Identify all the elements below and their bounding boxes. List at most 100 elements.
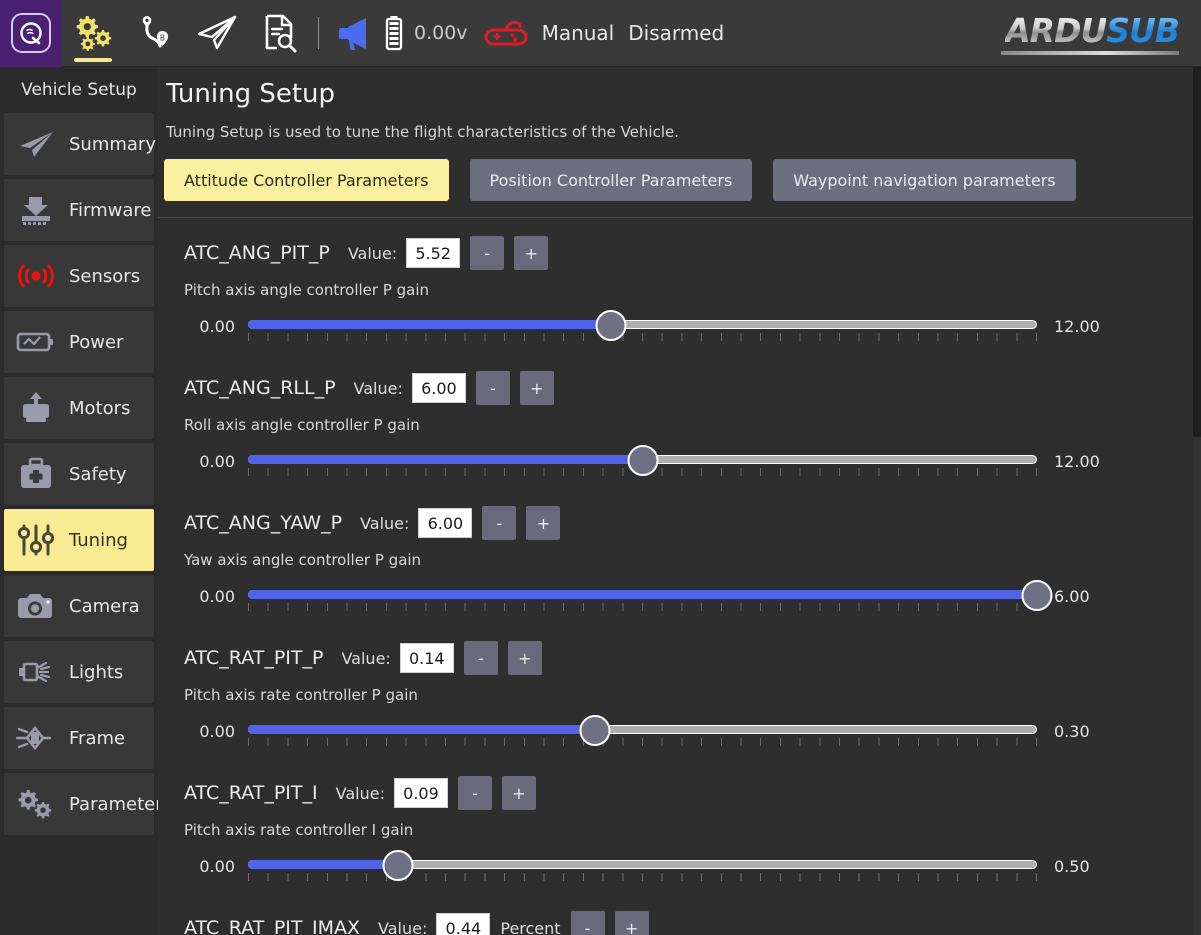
value-label: Value: — [341, 649, 390, 668]
decrement-button[interactable]: - — [476, 371, 510, 405]
parameter-value-input[interactable]: 0.44 — [436, 913, 490, 935]
lights-icon — [14, 652, 58, 692]
qgroundcontrol-logo-icon[interactable] — [0, 0, 62, 67]
plan-waypoints-icon[interactable]: B — [124, 0, 186, 67]
parameter-value-input[interactable]: 5.52 — [406, 238, 460, 268]
parameter-value-input[interactable]: 6.00 — [412, 373, 466, 403]
parameter-header: ATC_ANG_PIT_PValue:5.52-+ — [158, 232, 1193, 274]
slider-fill — [248, 725, 595, 734]
increment-button[interactable]: + — [514, 236, 548, 270]
parameter-description: Roll axis angle controller P gain — [158, 416, 1193, 434]
increment-button[interactable]: + — [520, 371, 554, 405]
gears-glyph — [72, 13, 114, 53]
parameter-description: Yaw axis angle controller P gain — [158, 551, 1193, 569]
sidebar-item-label: Frame — [69, 728, 125, 749]
parameter-row: ATC_RAT_PIT_PValue:0.14-+Pitch axis rate… — [158, 637, 1193, 772]
slider-fill — [248, 320, 611, 329]
parameter-name: ATC_RAT_PIT_P — [184, 647, 323, 669]
decrement-button[interactable]: - — [571, 911, 605, 935]
slider-handle[interactable] — [382, 850, 413, 881]
parameter-slider[interactable] — [248, 446, 1037, 476]
tab-bar: Attitude Controller Parameters Position C… — [164, 159, 1193, 201]
decrement-button[interactable]: - — [458, 776, 492, 810]
scrollbar-thumb[interactable] — [1193, 67, 1201, 437]
parameter-value-input[interactable]: 0.14 — [400, 643, 454, 673]
parameter-slider-row: 0.006.00 — [158, 581, 1193, 611]
slider-handle[interactable] — [595, 310, 626, 341]
decrement-button[interactable]: - — [464, 641, 498, 675]
slider-ticks — [248, 333, 1037, 341]
tab-2[interactable]: Position Controller Parameters — [470, 159, 753, 201]
parameter-name: ATC_RAT_PIT_I — [184, 782, 318, 804]
increment-button[interactable]: + — [526, 506, 560, 540]
battery-icon — [381, 13, 407, 53]
slider-min-label: 0.00 — [184, 857, 248, 876]
sidebar-item-label: Firmware — [69, 200, 152, 221]
parameter-slider[interactable] — [248, 311, 1037, 341]
sidebar-item-camera[interactable]: Camera — [4, 575, 154, 637]
decrement-button[interactable]: - — [482, 506, 516, 540]
top-toolbar: B — [0, 0, 1201, 67]
parameter-name: ATC_ANG_RLL_P — [184, 377, 336, 399]
slider-handle[interactable] — [1022, 580, 1053, 611]
parameter-row: ATC_ANG_YAW_P Value: 6.00-+ Yaw axis angle … — [158, 502, 1193, 637]
vertical-scrollbar[interactable] — [1193, 67, 1201, 935]
app-root: B — [0, 0, 1201, 935]
arm-status-text[interactable]: Disarmed — [628, 21, 724, 45]
slider-max-label: 12.00 — [1037, 452, 1101, 471]
increment-button[interactable]: + — [615, 911, 649, 935]
sidebar-item-tuning[interactable]: Tuning — [4, 509, 154, 571]
slider-min-label: 0.00 — [184, 587, 248, 606]
parameter-name: ATC_ANG_YAW_P — [184, 512, 342, 534]
value-label: Value: — [378, 919, 427, 935]
parameter-header: ATC_RAT_PIT_P Value: 0.14-+ — [158, 637, 1193, 679]
parameter-slider[interactable] — [248, 716, 1037, 746]
motors-icon — [14, 388, 58, 428]
slider-handle[interactable] — [580, 715, 611, 746]
sidebar-item-label: Lights — [69, 662, 123, 683]
sidebar-item-label: Tuning — [69, 530, 128, 551]
sidebar-item-motors[interactable]: Motors — [4, 377, 154, 439]
firmware-download-icon — [14, 190, 58, 230]
parameter-slider[interactable] — [248, 581, 1037, 611]
fly-paperplane-icon[interactable] — [186, 0, 248, 67]
sidebar-item-lights[interactable]: Lights — [4, 641, 154, 703]
sidebar-item-sensors[interactable]: Sensors — [4, 245, 154, 307]
sidebar-title: Vehicle Setup — [0, 67, 158, 113]
sidebar-item-parameters[interactable]: Parameters — [4, 773, 154, 835]
safety-kit-icon — [14, 454, 58, 494]
parameter-row: ATC_RAT_PIT_IValue:0.09-+Pitch axis rate… — [158, 772, 1193, 907]
parameter-value-input[interactable]: 0.09 — [394, 778, 448, 808]
svg-text:B: B — [160, 33, 165, 42]
sidebar-item-firmware[interactable]: Firmware — [4, 179, 154, 241]
parameter-value-input[interactable]: 6.00 — [418, 508, 472, 538]
tab-1[interactable]: Attitude Controller Parameters — [164, 159, 449, 201]
main-content: Tuning Setup Tuning Setup is used to tun… — [158, 67, 1193, 935]
value-label: Value: — [360, 514, 409, 533]
frame-icon — [14, 718, 58, 758]
vehicle-setup-gears-icon[interactable] — [62, 0, 124, 67]
slider-max-label: 12.00 — [1037, 317, 1101, 336]
analyze-document-icon[interactable] — [248, 0, 310, 67]
increment-button[interactable]: + — [508, 641, 542, 675]
slider-handle[interactable] — [627, 445, 658, 476]
battery-status[interactable]: 0.00v — [381, 13, 468, 53]
flight-mode-text[interactable]: Manual — [542, 21, 615, 45]
parameter-row: ATC_ANG_PIT_PValue:5.52-+Pitch axis angl… — [158, 232, 1193, 367]
decrement-button[interactable]: - — [470, 236, 504, 270]
sidebar-item-label: Parameters — [69, 794, 172, 815]
slider-min-label: 0.00 — [184, 452, 248, 471]
sidebar-item-safety[interactable]: Safety — [4, 443, 154, 505]
sidebar-item-frame[interactable]: Frame — [4, 707, 154, 769]
sidebar-item-power[interactable]: Power — [4, 311, 154, 373]
tab-3[interactable]: Waypoint navigation parameters — [773, 159, 1075, 201]
megaphone-status[interactable] — [335, 12, 381, 54]
sidebar-item-summary[interactable]: Summary — [4, 113, 154, 175]
vehicle-setup-sidebar: Vehicle Setup Summary Firmware SensorsPowe… — [0, 67, 158, 935]
gamepad-status[interactable] — [484, 16, 528, 50]
slider-ticks — [248, 873, 1037, 881]
parameter-slider[interactable] — [248, 851, 1037, 881]
increment-button[interactable]: + — [502, 776, 536, 810]
brand-underline — [1001, 51, 1179, 55]
document-search-glyph — [259, 12, 299, 54]
